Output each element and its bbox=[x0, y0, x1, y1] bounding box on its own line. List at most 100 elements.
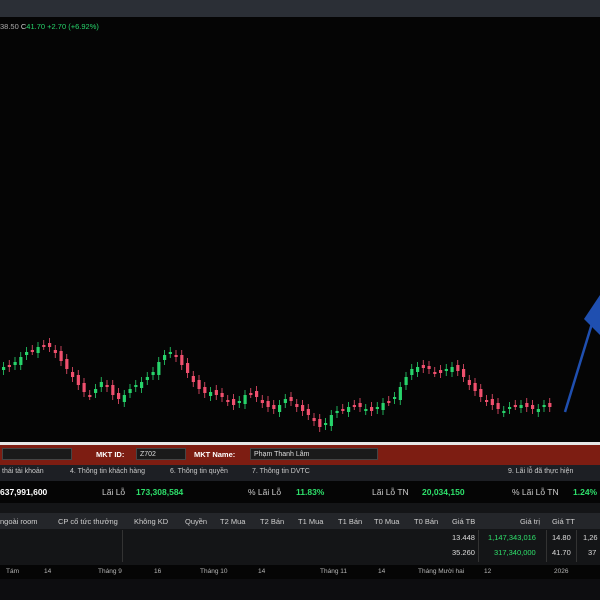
mkt-name-field[interactable]: Phạm Thanh Lâm bbox=[250, 448, 378, 460]
candle-body bbox=[82, 383, 86, 392]
candle-body bbox=[370, 407, 374, 411]
value-cell: 317,340,000 bbox=[494, 548, 536, 557]
candle-body bbox=[117, 393, 121, 399]
candle-body bbox=[335, 411, 339, 413]
table-row[interactable]: 13.448 1,147,343,016 14.80 1,26 bbox=[0, 530, 600, 545]
candle-body bbox=[531, 405, 535, 409]
window-bottom-bar bbox=[0, 579, 600, 600]
time-axis: Tám 14 Tháng 9 16 Tháng 10 14 Tháng 11 14 Tháng … bbox=[0, 565, 600, 579]
tab-dvtc-info[interactable]: 7. Thông tin DVTC bbox=[252, 468, 310, 475]
tab-realized-pl[interactable]: 9. Lãi lỗ đã thực hiện bbox=[508, 468, 573, 475]
candle-body bbox=[433, 372, 437, 374]
candle-body bbox=[209, 392, 213, 396]
candle-body bbox=[7, 365, 11, 367]
candle-body bbox=[197, 380, 201, 389]
candle-body bbox=[220, 393, 224, 397]
tab-rights-info[interactable]: 6. Thông tin quyền bbox=[170, 468, 228, 475]
candle-body bbox=[71, 372, 75, 377]
mkt-id-label: MKT ID: bbox=[96, 450, 125, 459]
candle-body bbox=[94, 389, 98, 393]
candle-body bbox=[444, 369, 448, 371]
nav-value: 637,991,600 bbox=[0, 487, 48, 497]
candle-body bbox=[105, 385, 109, 387]
candle-body bbox=[180, 355, 184, 365]
time-axis-label: 12 bbox=[484, 568, 492, 575]
window-top-bar bbox=[0, 0, 600, 17]
candle-body bbox=[513, 405, 517, 407]
candle-body bbox=[502, 411, 506, 413]
candle-body bbox=[427, 366, 431, 369]
col-foreign-room[interactable]: ngoài room bbox=[0, 517, 38, 526]
holdings-table-header: ngoài room CP cổ tức thưởng Không KD Quy… bbox=[0, 513, 600, 529]
candle-body bbox=[88, 395, 92, 397]
candle-body bbox=[36, 347, 40, 353]
candle-body bbox=[255, 391, 259, 397]
mkt-id-field[interactable]: Z702 bbox=[136, 448, 186, 460]
candle-body bbox=[421, 365, 425, 368]
candle-body bbox=[25, 352, 29, 355]
candle-body bbox=[398, 387, 402, 400]
value-cell: 1,147,343,016 bbox=[488, 533, 536, 542]
candle-body bbox=[404, 377, 408, 385]
candle-body bbox=[13, 362, 17, 365]
candle-body bbox=[462, 369, 466, 377]
col-t2-buy[interactable]: T2 Mua bbox=[220, 517, 245, 526]
candle-body bbox=[542, 405, 546, 407]
time-axis-label: Tháng 9 bbox=[98, 568, 122, 575]
extra-cell: 1,26 bbox=[583, 533, 598, 542]
candle-body bbox=[249, 393, 253, 395]
candle-body bbox=[496, 403, 500, 409]
candle-body bbox=[536, 409, 540, 412]
candle-body bbox=[42, 345, 46, 347]
candle-body bbox=[450, 367, 454, 372]
col-t0-buy[interactable]: T0 Mua bbox=[374, 517, 399, 526]
candle-body bbox=[226, 400, 230, 402]
time-axis-label: Tháng 10 bbox=[200, 568, 228, 575]
pl-tn-pct-label: % Lãi Lỗ TN bbox=[512, 487, 559, 497]
candle-body bbox=[76, 375, 80, 385]
pl-label: Lãi Lỗ bbox=[102, 487, 126, 497]
candle-body bbox=[473, 383, 477, 391]
candle-body bbox=[272, 405, 276, 409]
account-field[interactable] bbox=[2, 448, 72, 460]
tab-customer-info[interactable]: 4. Thông tin khách hàng bbox=[70, 468, 145, 475]
candle-body bbox=[237, 401, 241, 403]
candle-body bbox=[375, 407, 379, 409]
candle-body bbox=[232, 399, 236, 405]
candle-body bbox=[140, 382, 144, 388]
col-avg-price[interactable]: Giá TB bbox=[452, 517, 475, 526]
pl-value: 173,308,584 bbox=[136, 487, 184, 497]
candle-body bbox=[295, 404, 299, 407]
candle-body bbox=[341, 409, 345, 411]
candle-body bbox=[53, 350, 57, 353]
projection-arrow-line bbox=[563, 316, 596, 413]
candle-body bbox=[243, 395, 247, 404]
col-not-tradable[interactable]: Không KD bbox=[134, 517, 168, 526]
candle-body bbox=[439, 370, 443, 373]
col-t0-sell[interactable]: T0 Bán bbox=[414, 517, 438, 526]
pl-pct-value: 11.83% bbox=[296, 487, 325, 497]
candle-body bbox=[347, 407, 351, 412]
candle-body bbox=[479, 389, 483, 397]
col-market-price[interactable]: Giá TT bbox=[552, 517, 575, 526]
col-t1-buy[interactable]: T1 Mua bbox=[298, 517, 323, 526]
candle-body bbox=[59, 351, 63, 361]
tab-account-status[interactable]: thái tài khoản bbox=[2, 468, 44, 475]
candle-body bbox=[122, 395, 126, 402]
table-row[interactable]: 35.260 317,340,000 41.70 37 bbox=[0, 545, 600, 560]
candle-body bbox=[2, 367, 6, 370]
col-t2-sell[interactable]: T2 Bán bbox=[260, 517, 284, 526]
col-bonus-shares[interactable]: CP cổ tức thưởng bbox=[58, 517, 118, 526]
time-axis-label: 14 bbox=[378, 568, 386, 575]
candle-body bbox=[157, 362, 161, 375]
candle-body bbox=[111, 385, 115, 395]
col-rights[interactable]: Quyền bbox=[185, 517, 207, 526]
col-value[interactable]: Giá trị bbox=[520, 517, 540, 526]
col-t1-sell[interactable]: T1 Bán bbox=[338, 517, 362, 526]
time-axis-label: Tháng Mười hai bbox=[418, 568, 465, 575]
candle-body bbox=[381, 403, 385, 410]
candle-body bbox=[191, 376, 195, 382]
pl-tn-label: Lãi Lỗ TN bbox=[372, 487, 409, 497]
candle-body bbox=[289, 397, 293, 401]
pl-tn-value: 20,034,150 bbox=[422, 487, 465, 497]
